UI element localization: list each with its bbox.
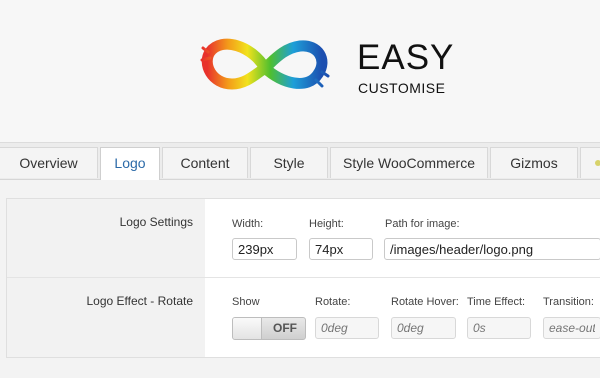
tab-overview[interactable]: Overview — [0, 147, 98, 178]
brand-title: EASY — [357, 38, 455, 77]
tab-logo[interactable]: Logo — [100, 147, 160, 180]
time-effect-label: Time Effect: — [467, 296, 526, 308]
tab-more[interactable] — [580, 147, 600, 178]
tab-bar: Overview Logo Content Style Style WooCom… — [0, 142, 600, 180]
path-label: Path for image: — [385, 218, 460, 230]
app-header: EASY CUSTOMISE — [0, 0, 600, 142]
logo-effect-label: Logo Effect - Rotate — [86, 294, 193, 308]
height-label: Height: — [309, 218, 344, 230]
tab-gizmos[interactable]: Gizmos — [490, 147, 578, 178]
width-label: Width: — [232, 218, 264, 230]
time-effect-input[interactable] — [467, 317, 531, 339]
transition-label: Transition: — [543, 296, 594, 308]
tab-indicator-icon — [595, 160, 600, 166]
brand-subtitle: CUSTOMISE — [358, 80, 446, 96]
rotate-label: Rotate: — [315, 296, 351, 308]
infinity-logo-icon — [200, 38, 330, 90]
toggle-state: OFF — [273, 321, 297, 335]
transition-input[interactable] — [543, 317, 600, 339]
rotate-hover-input[interactable] — [391, 317, 456, 339]
tab-style[interactable]: Style — [250, 147, 328, 178]
logo-settings-label: Logo Settings — [119, 215, 193, 229]
logo-settings-row: Logo Settings Width: Height: Path for im… — [7, 199, 600, 278]
toggle-knob — [233, 318, 262, 339]
row-label-cell: Logo Effect - Rotate — [7, 278, 205, 357]
image-path-input[interactable] — [384, 238, 600, 260]
show-toggle[interactable]: OFF — [232, 317, 306, 340]
rotate-input[interactable] — [315, 317, 379, 339]
logo-effect-row: Logo Effect - Rotate Show OFF Rotate: Ro… — [7, 278, 600, 357]
width-input[interactable] — [232, 238, 297, 260]
height-input[interactable] — [309, 238, 373, 260]
tab-content[interactable]: Content — [162, 147, 248, 178]
settings-panel: Logo Settings Width: Height: Path for im… — [6, 198, 600, 358]
row-label-cell: Logo Settings — [7, 199, 205, 277]
rotate-hover-label: Rotate Hover: — [391, 296, 459, 308]
tab-style-woocommerce[interactable]: Style WooCommerce — [330, 147, 488, 178]
show-label: Show — [232, 296, 260, 308]
